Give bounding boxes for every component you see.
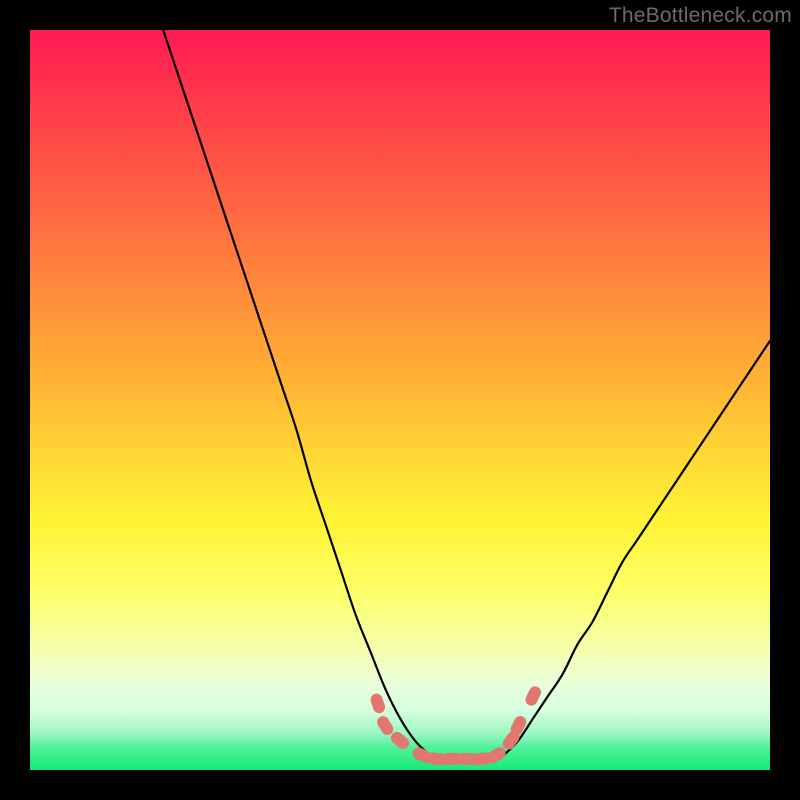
watermark-text: TheBottleneck.com xyxy=(609,4,792,28)
curve-left-curve xyxy=(163,30,429,755)
marker-point xyxy=(369,692,387,715)
chart-plot-area xyxy=(30,30,770,770)
curve-right-curve xyxy=(504,341,770,755)
chart-markers xyxy=(369,684,543,766)
chart-svg xyxy=(30,30,770,770)
chart-curves xyxy=(163,30,770,755)
marker-point xyxy=(523,684,543,707)
chart-frame: TheBottleneck.com xyxy=(0,0,800,800)
marker-point xyxy=(375,714,396,737)
